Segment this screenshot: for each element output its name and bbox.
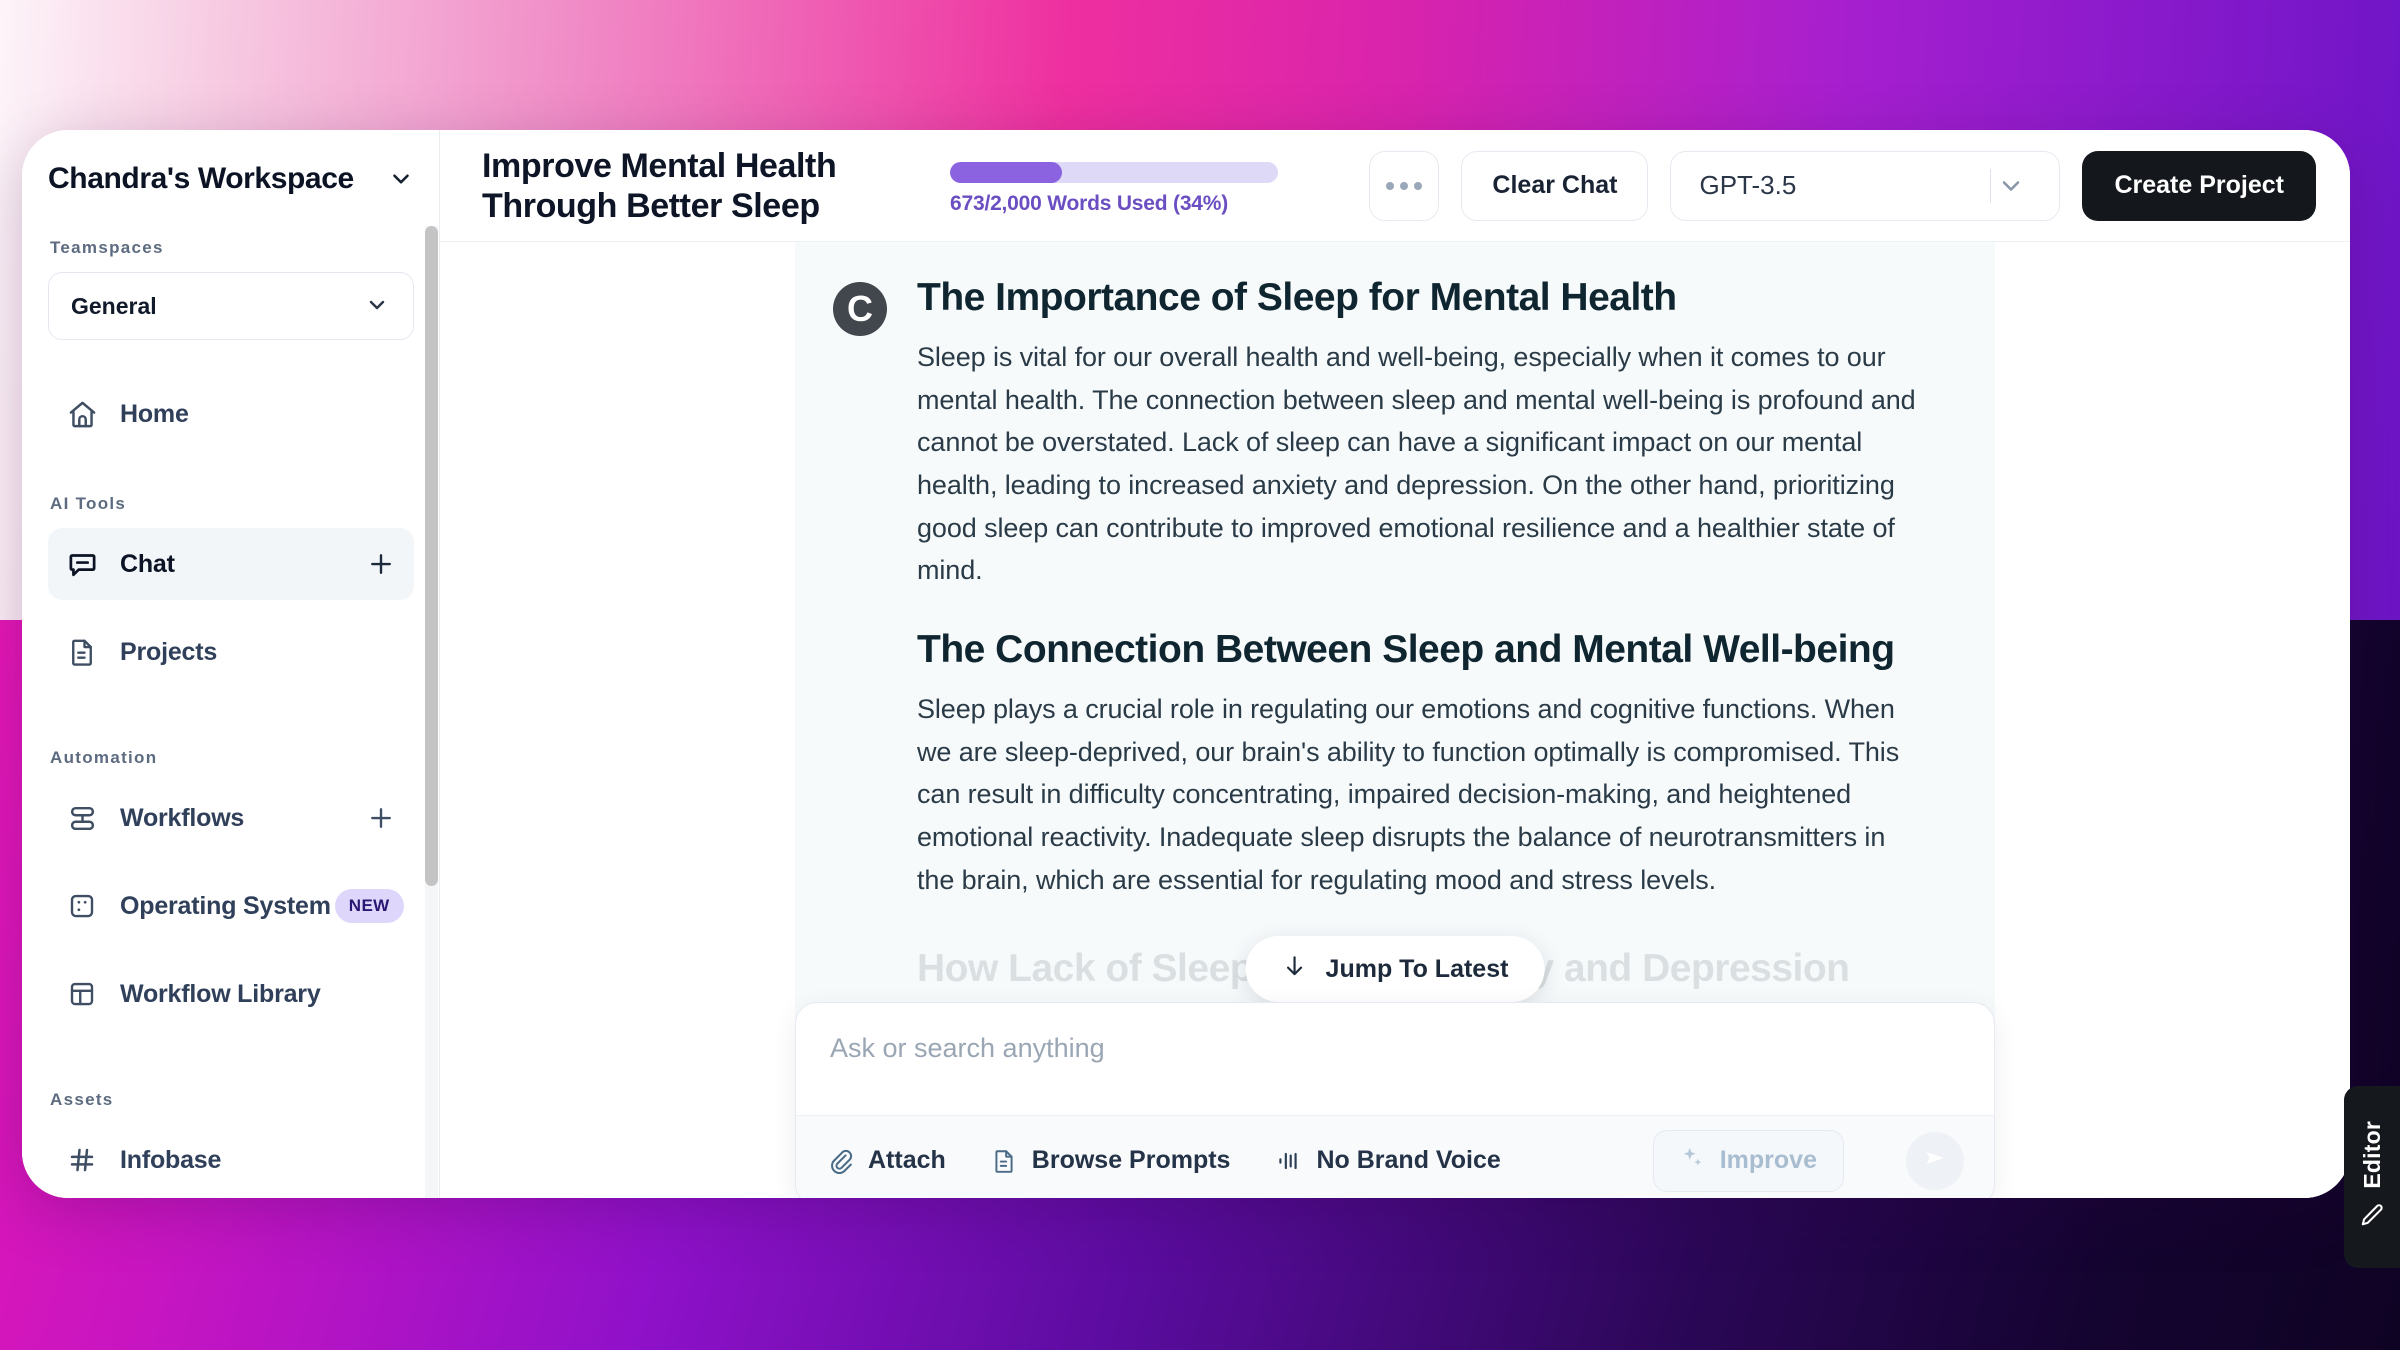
jump-to-latest-button[interactable]: Jump To Latest bbox=[1245, 936, 1545, 1002]
usage-progress-bar bbox=[950, 161, 1278, 183]
grid-icon bbox=[66, 890, 98, 922]
sidebar-item-home[interactable]: Home bbox=[48, 378, 414, 450]
sidebar-item-label: Home bbox=[120, 399, 189, 428]
section-label-teamspaces: Teamspaces bbox=[50, 238, 164, 257]
sidebar-item-infobase[interactable]: Infobase bbox=[48, 1124, 414, 1196]
message-paragraph-1: Sleep is vital for our overall health an… bbox=[917, 342, 1916, 586]
brand-voice-label: No Brand Voice bbox=[1316, 1146, 1501, 1174]
section-label-automation: Automation bbox=[50, 748, 158, 767]
sidebar-item-chat[interactable]: Chat bbox=[48, 528, 414, 600]
sparkle-icon bbox=[1680, 1144, 1706, 1177]
sidebar-item-operating-system[interactable]: Operating System NEW bbox=[48, 870, 414, 942]
improve-label: Improve bbox=[1719, 1146, 1817, 1174]
layout-icon bbox=[66, 978, 98, 1010]
composer: Ask or search anything Attach Browse Pro… bbox=[795, 1002, 1995, 1198]
section-label-ai-tools: AI Tools bbox=[50, 494, 127, 513]
editor-panel-label: Editor bbox=[2358, 1120, 2385, 1189]
home-icon bbox=[66, 398, 98, 430]
pencil-icon bbox=[2359, 1202, 2385, 1233]
message-heading-2: The Connection Between Sleep and Mental … bbox=[917, 627, 1895, 671]
send-icon bbox=[1922, 1145, 1948, 1176]
hash-icon bbox=[66, 1144, 98, 1176]
sidebar-item-label: Projects bbox=[120, 637, 218, 666]
browse-prompts-label: Browse Prompts bbox=[1031, 1146, 1231, 1174]
attach-button[interactable]: Attach bbox=[826, 1146, 946, 1175]
send-button[interactable] bbox=[1906, 1131, 1964, 1190]
chat-column: C The Importance of Sleep for Mental Hea… bbox=[795, 242, 1995, 1032]
sidebar-item-workflows[interactable]: Workflows bbox=[48, 782, 414, 854]
composer-toolbar: Attach Browse Prompts No Brand Voice Imp… bbox=[796, 1115, 1994, 1198]
chat-icon bbox=[66, 548, 98, 580]
teamspace-select-value: General bbox=[71, 292, 157, 319]
chat-input-placeholder: Ask or search anything bbox=[830, 1033, 1105, 1063]
chevron-down-icon bbox=[1991, 172, 2031, 200]
chevron-down-icon bbox=[365, 293, 391, 319]
improve-button[interactable]: Improve bbox=[1652, 1129, 1844, 1192]
clear-chat-button[interactable]: Clear Chat bbox=[1461, 150, 1649, 221]
document-icon bbox=[990, 1147, 1018, 1175]
jump-to-latest-label: Jump To Latest bbox=[1325, 954, 1509, 983]
ellipsis-icon bbox=[1386, 181, 1423, 190]
message-paragraph-2: Sleep plays a crucial role in regulating… bbox=[917, 693, 1900, 895]
sidebar-item-projects[interactable]: Projects bbox=[48, 616, 414, 688]
create-project-button[interactable]: Create Project bbox=[2082, 150, 2316, 221]
sidebar-item-workflow-library[interactable]: Workflow Library bbox=[48, 958, 414, 1030]
status-badge: NEW bbox=[334, 889, 404, 923]
usage-label: 673/2,000 Words Used (34%) bbox=[950, 191, 1229, 215]
workspace-name: Chandra's Workspace bbox=[48, 162, 354, 195]
model-select-value: GPT-3.5 bbox=[1699, 170, 1797, 200]
more-options-button[interactable] bbox=[1369, 150, 1440, 221]
sidebar-item-label: Chat bbox=[120, 549, 175, 578]
avatar: C bbox=[833, 282, 887, 336]
message-body: The Importance of Sleep for Mental Healt… bbox=[917, 276, 1927, 991]
section-label-assets: Assets bbox=[50, 1090, 114, 1109]
add-chat-button[interactable] bbox=[366, 549, 396, 579]
chat-message-assistant: C The Importance of Sleep for Mental Hea… bbox=[795, 242, 1995, 1032]
usage-progress-fill bbox=[950, 161, 1062, 183]
teamspace-select[interactable]: General bbox=[48, 272, 414, 340]
paperclip-icon bbox=[826, 1147, 854, 1175]
browse-prompts-button[interactable]: Browse Prompts bbox=[990, 1146, 1231, 1175]
toolbar-actions: Clear Chat GPT-3.5 Create Project bbox=[1369, 150, 2316, 221]
message-heading-1: The Importance of Sleep for Mental Healt… bbox=[917, 276, 1677, 319]
sidebar-item-label: Operating System bbox=[120, 891, 331, 920]
sidebar: Chandra's Workspace Teamspaces General H… bbox=[22, 130, 440, 1198]
sidebar-scrollbar-thumb[interactable] bbox=[425, 226, 438, 886]
word-usage: 673/2,000 Words Used (34%) bbox=[950, 161, 1280, 216]
workspace-switcher[interactable]: Chandra's Workspace bbox=[48, 130, 414, 200]
workflows-icon bbox=[66, 802, 98, 834]
sidebar-item-label: Workflow Library bbox=[120, 979, 321, 1008]
add-workflow-button[interactable] bbox=[366, 803, 396, 833]
sidebar-item-label: Infobase bbox=[120, 1145, 222, 1174]
chevron-down-icon bbox=[388, 166, 414, 192]
waveform-icon bbox=[1274, 1147, 1302, 1175]
toolbar: Improve Mental Health Through Better Sle… bbox=[440, 130, 2350, 242]
app-window: Chandra's Workspace Teamspaces General H… bbox=[22, 130, 2350, 1198]
document-icon bbox=[66, 636, 98, 668]
chat-input-row[interactable]: Ask or search anything bbox=[796, 1003, 1994, 1115]
sidebar-item-label: Workflows bbox=[120, 803, 245, 832]
model-select[interactable]: GPT-3.5 bbox=[1670, 150, 2061, 221]
brand-voice-button[interactable]: No Brand Voice bbox=[1274, 1146, 1501, 1175]
main-content: Improve Mental Health Through Better Sle… bbox=[440, 130, 2350, 1198]
page-title: Improve Mental Health Through Better Sle… bbox=[482, 147, 837, 225]
arrow-down-icon bbox=[1282, 953, 1308, 986]
attach-label: Attach bbox=[868, 1146, 946, 1174]
